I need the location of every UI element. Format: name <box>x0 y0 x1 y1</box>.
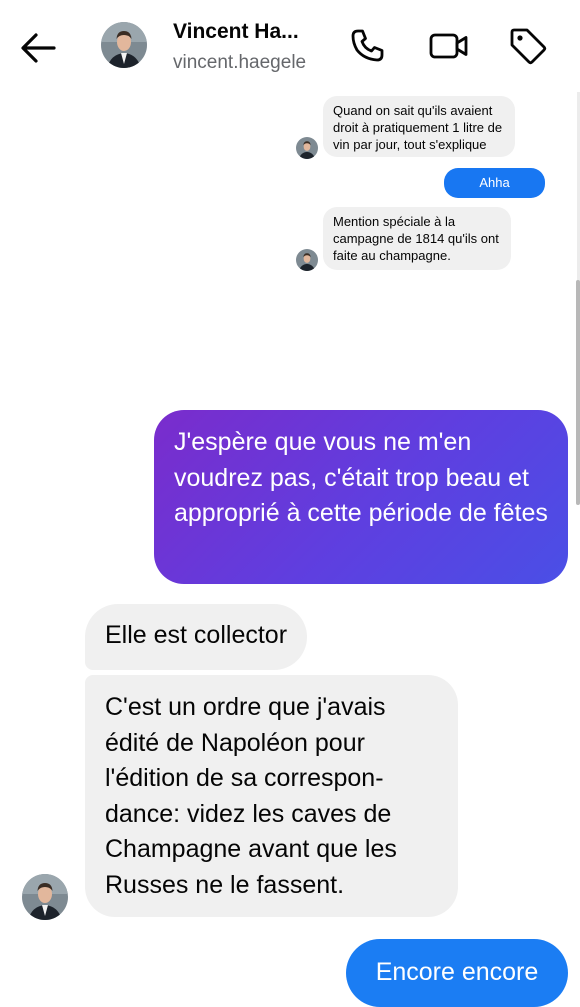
call-button[interactable] <box>345 24 389 68</box>
embedded-contact-avatar <box>296 249 318 271</box>
sent-message[interactable]: Encore encore <box>346 939 568 1007</box>
embedded-sent-message: Ahha chapeau <box>444 168 545 220</box>
received-message[interactable]: Elle est collector <box>85 604 308 670</box>
phone-icon <box>351 29 384 62</box>
received-message[interactable]: C'est un ordre que j'avais édité de Napo… <box>85 675 458 917</box>
contact-avatar-small[interactable] <box>22 874 68 920</box>
contact-avatar[interactable] <box>101 22 147 68</box>
back-button[interactable] <box>16 26 60 70</box>
video-call-button[interactable] <box>427 24 471 68</box>
tag-button[interactable] <box>506 24 550 68</box>
embedded-received-message: Mention spéciale à la campagne de 1814 q… <box>323 207 511 270</box>
sent-message[interactable]: J'espère que vous ne m'en voudrez pas, c… <box>154 410 568 584</box>
video-camera-icon <box>429 33 468 59</box>
scrollbar-thumb[interactable] <box>576 280 580 505</box>
contact-handle: vincent.haegele <box>173 52 307 73</box>
arrow-left-icon <box>21 33 56 63</box>
embedded-contact-avatar <box>296 137 318 159</box>
chat-header: Vincent Ha... vincent.haegele <box>0 0 580 92</box>
tag-icon <box>510 28 547 65</box>
embedded-received-message: Quand on sait qu'ils avaient droit à pra… <box>323 96 515 157</box>
contact-name[interactable]: Vincent Ha... <box>173 20 299 44</box>
